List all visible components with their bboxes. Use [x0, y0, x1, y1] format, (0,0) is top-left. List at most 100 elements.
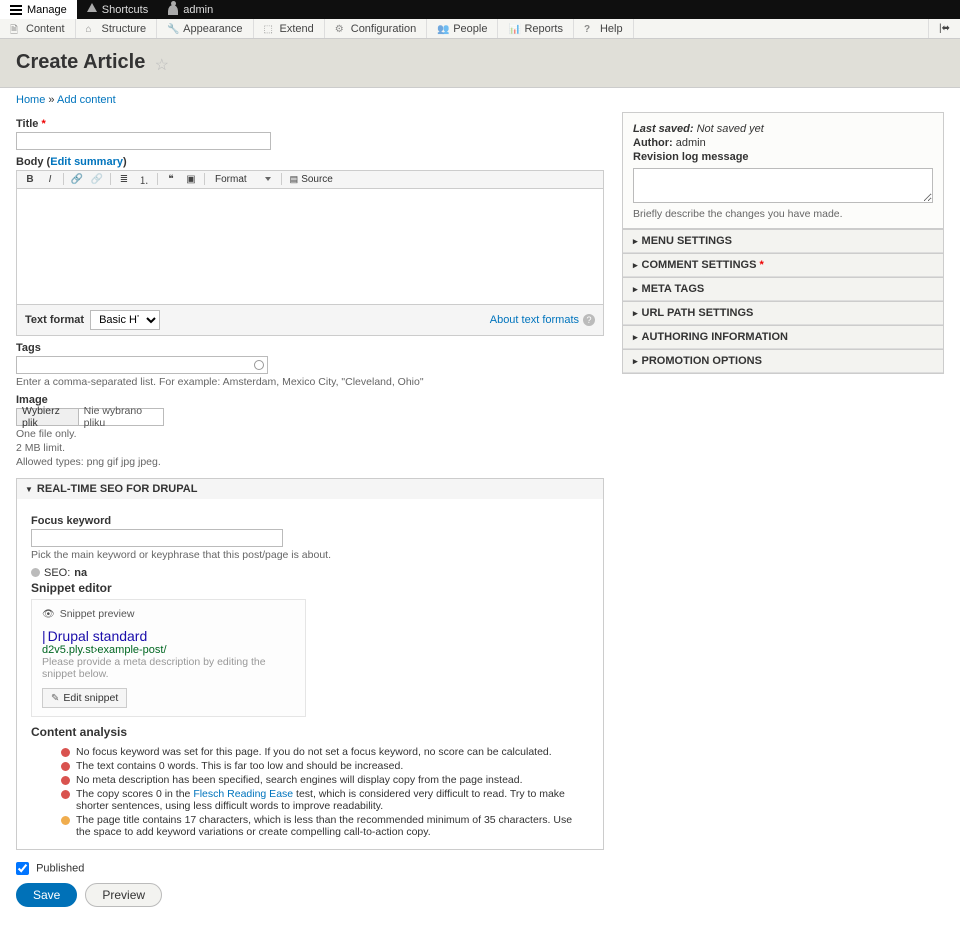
sidebar-section-toggle[interactable]: META TAGS: [623, 278, 943, 301]
page-header: Create Article ☆: [0, 39, 960, 88]
analysis-bullet-icon: [61, 762, 70, 771]
edit-snippet-button[interactable]: Edit snippet: [42, 688, 127, 708]
people-icon: [437, 23, 448, 34]
flesch-link[interactable]: Flesch Reading Ease: [193, 788, 293, 800]
editor-toolbar: B I 🔗 🔗 ≣ ⒈ ❝ ▣ Format Source: [17, 171, 603, 189]
editor-number-list-button[interactable]: ⒈: [135, 172, 153, 186]
sidebar-section-toggle[interactable]: MENU SETTINGS: [623, 230, 943, 253]
sidebar-section-toggle[interactable]: PROMOTION OPTIONS: [623, 350, 943, 373]
editor-format-select[interactable]: Format: [209, 174, 277, 185]
snippet-url[interactable]: d2v5.ply.st›example-post/: [42, 644, 295, 656]
appearance-icon: [167, 23, 178, 34]
menu-item-reports[interactable]: Reports: [498, 19, 574, 38]
body-label: Body (Edit summary): [16, 156, 604, 168]
tags-help: Enter a comma-separated list. For exampl…: [16, 376, 604, 388]
analysis-item: No meta description has been specified, …: [61, 773, 589, 787]
file-status-text: Nie wybrano pliku: [79, 409, 163, 425]
reports-icon: [508, 23, 519, 34]
seo-status-dot-icon: [31, 568, 40, 577]
help-icon[interactable]: ?: [583, 314, 595, 326]
admin-menu: Content Structure Appearance Extend Conf…: [0, 19, 960, 39]
editor-image-button[interactable]: ▣: [182, 172, 200, 186]
editor-link-button[interactable]: 🔗: [68, 172, 86, 186]
favorite-star-icon[interactable]: ☆: [155, 55, 169, 75]
save-button[interactable]: Save: [16, 883, 77, 907]
published-checkbox[interactable]: [16, 862, 29, 875]
breadcrumb-current[interactable]: Add content: [57, 94, 116, 106]
toolbar-manage-label: Manage: [27, 4, 67, 16]
menu-item-configuration[interactable]: Configuration: [325, 19, 427, 38]
breadcrumb: Home » Add content: [0, 88, 960, 112]
snippet-title[interactable]: |Drupal standard: [42, 628, 295, 644]
editor-bold-button[interactable]: B: [21, 172, 39, 186]
image-file-input[interactable]: Wybierz plik Nie wybrano pliku: [16, 408, 164, 426]
content-analysis-heading: Content analysis: [31, 725, 127, 739]
toolbar-manage[interactable]: Manage: [0, 0, 77, 19]
menu-item-structure[interactable]: Structure: [76, 19, 158, 38]
editor-source-button[interactable]: Source: [286, 174, 337, 185]
structure-icon: [86, 23, 97, 34]
choose-file-button[interactable]: Wybierz plik: [17, 409, 79, 425]
analysis-item: No focus keyword was set for this page. …: [61, 745, 589, 759]
toolbar-user[interactable]: admin: [158, 0, 223, 19]
snippet-editor-label: Snippet editor: [31, 581, 112, 595]
published-row: Published: [16, 862, 604, 875]
title-input[interactable]: [16, 132, 271, 150]
menu-item-extend[interactable]: Extend: [254, 19, 325, 38]
analysis-bullet-icon: [61, 776, 70, 785]
body-editor: B I 🔗 🔗 ≣ ⒈ ❝ ▣ Format Source: [16, 170, 604, 336]
breadcrumb-home[interactable]: Home: [16, 94, 45, 106]
edit-summary-link[interactable]: Edit summary: [50, 156, 123, 168]
menu-item-help[interactable]: Help: [574, 19, 634, 38]
menu-item-appearance[interactable]: Appearance: [157, 19, 253, 38]
seo-panel-toggle[interactable]: REAL-TIME SEO FOR DRUPAL: [17, 479, 603, 499]
revision-log-textarea[interactable]: [633, 168, 933, 203]
text-format-select[interactable]: Basic HTML: [90, 310, 160, 330]
menu-orientation-toggle[interactable]: |⬌: [928, 19, 960, 38]
star-icon: [87, 3, 97, 12]
menu-item-content[interactable]: Content: [0, 19, 76, 38]
admin-toolbar: Manage Shortcuts admin: [0, 0, 960, 19]
editor-blockquote-button[interactable]: ❝: [162, 172, 180, 186]
sidebar-section: PROMOTION OPTIONS: [623, 349, 943, 373]
analysis-item: The copy scores 0 in the Flesch Reading …: [61, 787, 589, 813]
menu-item-people[interactable]: People: [427, 19, 498, 38]
sidebar-section: META TAGS: [623, 277, 943, 301]
sidebar-section: URL PATH SETTINGS: [623, 301, 943, 325]
pencil-icon: [51, 692, 59, 704]
analysis-bullet-icon: [61, 748, 70, 757]
sidebar-section: COMMENT SETTINGS *: [623, 253, 943, 277]
tags-input[interactable]: [16, 356, 268, 374]
configuration-icon: [335, 23, 346, 34]
title-label: Title *: [16, 118, 604, 130]
focus-keyword-input[interactable]: [31, 529, 283, 547]
sidebar-section-toggle[interactable]: URL PATH SETTINGS: [623, 302, 943, 325]
menu-icon: [10, 5, 22, 15]
text-format-row: Text format Basic HTML About text format…: [17, 304, 603, 335]
toolbar-shortcuts[interactable]: Shortcuts: [77, 0, 158, 19]
editor-unlink-button[interactable]: 🔗: [88, 172, 106, 186]
sidebar-section-toggle[interactable]: COMMENT SETTINGS *: [623, 254, 943, 277]
analysis-item: The text contains 0 words. This is far t…: [61, 759, 589, 773]
content-icon: [10, 23, 21, 34]
seo-status: SEO: na: [31, 567, 589, 579]
about-text-formats-link[interactable]: About text formats: [490, 314, 579, 326]
entity-meta-sidebar: Last saved: Not saved yet Author: admin …: [622, 112, 944, 374]
content-analysis-list: No focus keyword was set for this page. …: [31, 745, 589, 839]
editor-bullet-list-button[interactable]: ≣: [115, 172, 133, 186]
sidebar-section-toggle[interactable]: AUTHORING INFORMATION: [623, 326, 943, 349]
revision-log-label: Revision log message: [633, 151, 749, 163]
sidebar-section: AUTHORING INFORMATION: [623, 325, 943, 349]
snippet-description[interactable]: Please provide a meta description by edi…: [42, 656, 295, 680]
preview-button[interactable]: Preview: [85, 883, 162, 907]
tags-label: Tags: [16, 342, 604, 354]
toolbar-shortcuts-label: Shortcuts: [102, 4, 148, 16]
help-icon: [584, 23, 595, 34]
page-title: Create Article: [16, 51, 145, 74]
analysis-item: The page title contains 17 characters, w…: [61, 813, 589, 839]
snippet-card: Snippet preview |Drupal standard d2v5.pl…: [31, 599, 306, 717]
extend-icon: [264, 23, 275, 34]
editor-italic-button[interactable]: I: [41, 172, 59, 186]
editor-body[interactable]: [17, 189, 603, 304]
seo-panel: REAL-TIME SEO FOR DRUPAL Focus keyword P…: [16, 478, 604, 850]
